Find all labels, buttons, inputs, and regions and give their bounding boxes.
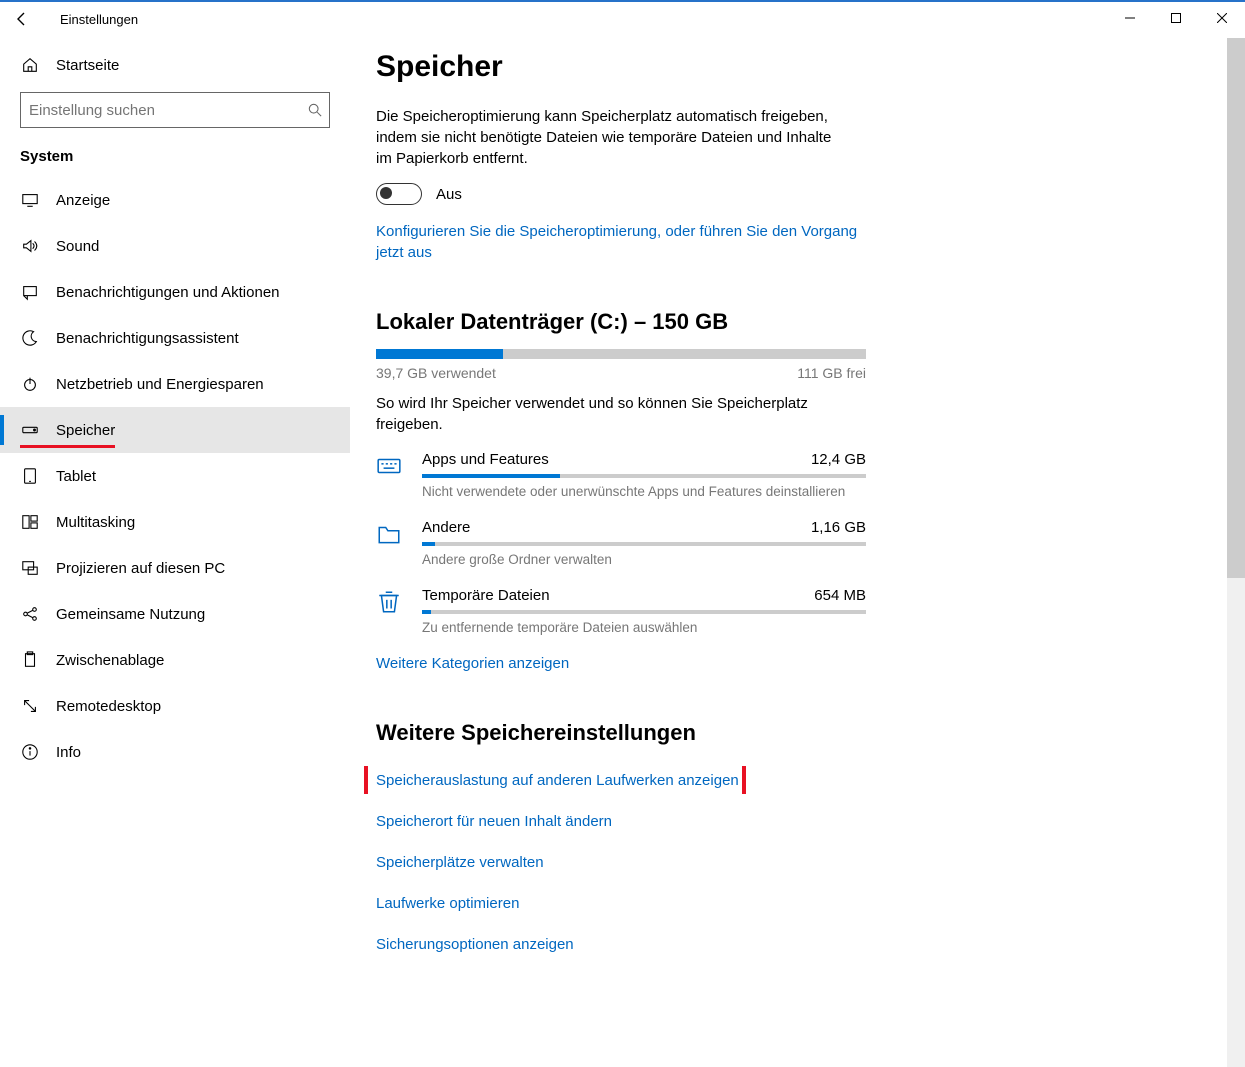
sidebar-item-sound[interactable]: Sound <box>0 223 350 269</box>
info-icon <box>20 743 40 761</box>
sidebar-item-power[interactable]: Netzbetrieb und Energiesparen <box>0 361 350 407</box>
scrollbar-thumb[interactable] <box>1227 38 1245 578</box>
annotation-marker-left <box>364 766 368 794</box>
usage-item-temp[interactable]: Temporäre Dateien 654 MB Zu entfernende t… <box>376 577 866 645</box>
sidebar-item-label: Netzbetrieb und Energiesparen <box>56 376 264 393</box>
back-button[interactable] <box>0 2 44 36</box>
storage-sense-intro: Die Speicheroptimierung kann Speicherpla… <box>376 106 846 169</box>
sidebar-home-label: Startseite <box>56 57 119 74</box>
notifications-icon <box>20 283 40 301</box>
sidebar-item-benachrichtigungen[interactable]: Benachrichtigungen und Aktionen <box>0 269 350 315</box>
link-backup-options[interactable]: Sicherungsoptionen anzeigen <box>376 924 574 965</box>
share-icon <box>20 605 40 623</box>
remote-icon <box>20 697 40 715</box>
sidebar-item-label: Benachrichtigungen und Aktionen <box>56 284 280 301</box>
usage-size: 1,16 GB <box>811 519 866 536</box>
sidebar-item-info[interactable]: Info <box>0 729 350 775</box>
tablet-icon <box>20 467 40 485</box>
minimize-button[interactable] <box>1107 2 1153 34</box>
annotation-underline <box>20 445 115 448</box>
sidebar-item-clipboard[interactable]: Zwischenablage <box>0 637 350 683</box>
sidebar-item-label: Projizieren auf diesen PC <box>56 560 225 577</box>
link-other-drives[interactable]: Speicherauslastung auf anderen Laufwerke… <box>376 760 739 801</box>
disk-free-label: 111 GB frei <box>797 365 866 381</box>
disk-title: Lokaler Datenträger (C:) – 150 GB <box>376 309 876 335</box>
sidebar-home[interactable]: Startseite <box>0 42 350 88</box>
more-categories-link[interactable]: Weitere Kategorien anzeigen <box>376 653 569 674</box>
sidebar-item-label: Zwischenablage <box>56 652 164 669</box>
sidebar-item-multitasking[interactable]: Multitasking <box>0 499 350 545</box>
sidebar-item-focus-assist[interactable]: Benachrichtigungsassistent <box>0 315 350 361</box>
usage-item-other[interactable]: Andere 1,16 GB Andere große Ordner verwal… <box>376 509 866 577</box>
sidebar-item-label: Info <box>56 744 81 761</box>
sidebar-item-anzeige[interactable]: Anzeige <box>0 177 350 223</box>
sidebar-item-label: Speicher <box>56 422 115 439</box>
usage-sub: Nicht verwendete oder unerwünschte Apps … <box>422 484 866 499</box>
close-button[interactable] <box>1199 2 1245 34</box>
link-optimize-drives[interactable]: Laufwerke optimieren <box>376 883 519 924</box>
sidebar-item-label: Multitasking <box>56 514 135 531</box>
usage-item-apps[interactable]: Apps und Features 12,4 GB Nicht verwendet… <box>376 441 866 509</box>
folder-icon <box>376 519 404 567</box>
titlebar: Einstellungen <box>0 2 1245 36</box>
clipboard-icon <box>20 651 40 669</box>
sidebar-item-label: Anzeige <box>56 192 110 209</box>
sidebar-item-speicher[interactable]: Speicher <box>0 407 350 453</box>
sound-icon <box>20 237 40 255</box>
moon-icon <box>20 329 40 347</box>
storage-sense-toggle-label: Aus <box>436 186 462 203</box>
sidebar-item-label: Gemeinsame Nutzung <box>56 606 205 623</box>
sidebar-category: System <box>0 138 350 177</box>
maximize-button[interactable] <box>1153 2 1199 34</box>
sidebar-item-projecting[interactable]: Projizieren auf diesen PC <box>0 545 350 591</box>
storage-sense-toggle[interactable] <box>376 183 422 205</box>
usage-sub: Zu entfernende temporäre Dateien auswähl… <box>422 620 866 635</box>
sidebar-item-label: Sound <box>56 238 99 255</box>
project-icon <box>20 559 40 577</box>
usage-sub: Andere große Ordner verwalten <box>422 552 866 567</box>
sidebar-item-label: Remotedesktop <box>56 698 161 715</box>
window-title: Einstellungen <box>44 12 138 27</box>
disk-used-label: 39,7 GB verwendet <box>376 365 496 381</box>
annotation-marker-right <box>742 766 746 794</box>
sidebar-item-label: Tablet <box>56 468 96 485</box>
usage-name: Apps und Features <box>422 451 549 468</box>
usage-size: 654 MB <box>814 587 866 604</box>
usage-name: Andere <box>422 519 470 536</box>
trash-icon <box>376 587 404 635</box>
sidebar: Startseite System Anzeige Sound Benachri… <box>0 36 350 1067</box>
keyboard-icon <box>376 451 404 499</box>
search-box[interactable] <box>20 92 330 128</box>
search-input[interactable] <box>21 102 301 119</box>
content-area: Speicher Die Speicheroptimierung kann Sp… <box>350 36 1245 1067</box>
scrollbar[interactable] <box>1227 38 1245 1067</box>
display-icon <box>20 191 40 209</box>
disk-usage-bar <box>376 349 866 359</box>
link-manage-storage-spaces[interactable]: Speicherplätze verwalten <box>376 842 544 883</box>
link-change-save-location[interactable]: Speicherort für neuen Inhalt ändern <box>376 801 612 842</box>
power-icon <box>20 375 40 393</box>
sidebar-item-label: Benachrichtigungsassistent <box>56 330 239 347</box>
search-icon <box>301 103 329 117</box>
usage-intro: So wird Ihr Speicher verwendet und so kö… <box>376 393 846 435</box>
sidebar-item-remote-desktop[interactable]: Remotedesktop <box>0 683 350 729</box>
more-settings-title: Weitere Speichereinstellungen <box>376 720 876 746</box>
usage-size: 12,4 GB <box>811 451 866 468</box>
multitasking-icon <box>20 513 40 531</box>
sidebar-item-shared[interactable]: Gemeinsame Nutzung <box>0 591 350 637</box>
home-icon <box>20 56 40 74</box>
storage-icon <box>20 421 40 439</box>
sidebar-item-tablet[interactable]: Tablet <box>0 453 350 499</box>
usage-name: Temporäre Dateien <box>422 587 550 604</box>
configure-storage-sense-link[interactable]: Konfigurieren Sie die Speicheroptimierun… <box>376 221 866 263</box>
page-title: Speicher <box>376 50 876 84</box>
